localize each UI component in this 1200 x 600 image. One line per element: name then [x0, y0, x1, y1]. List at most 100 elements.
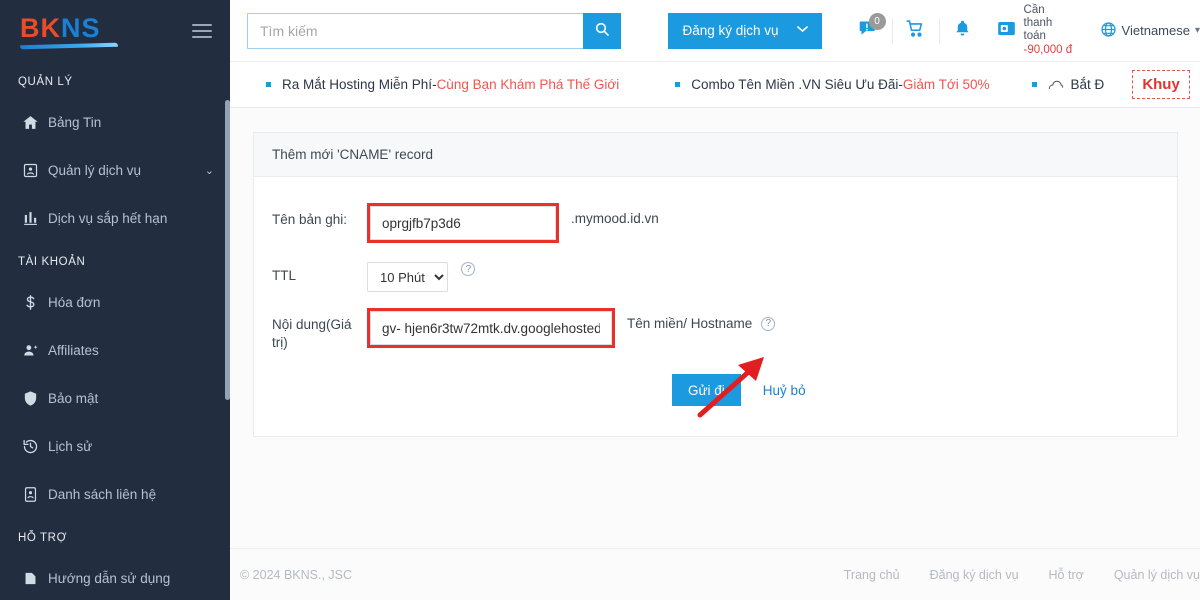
card-body: Tên bản ghi: .mymood.id.vn TTL 10 Phút — [254, 177, 1177, 436]
footer-copyright: © 2024 BKNS., JSC — [240, 567, 353, 582]
bullet-icon — [1031, 82, 1037, 87]
cart-button[interactable] — [893, 11, 939, 51]
search-wrap — [247, 12, 622, 49]
payment-label: Cần thanh toán — [1023, 4, 1053, 42]
sidebar-item-dich-vu-sap-het-han[interactable]: Dịch vụ sắp hết hạn — [0, 194, 230, 242]
sidebar-label-affiliates: Affiliates — [48, 342, 99, 358]
sidebar-brand-row: BKNS — [0, 0, 230, 62]
ttl-select-wrap: 10 Phút ? — [367, 259, 476, 292]
message-badge: 0 — [868, 12, 886, 30]
language-selector[interactable]: Vietnamese ▾ — [1100, 21, 1200, 41]
cname-record-card: Thêm mới 'CNAME' record Tên bản ghi: .my… — [253, 132, 1178, 437]
sidebar-section-title-support: HỖ TRỢ — [18, 532, 68, 544]
globe-icon — [1100, 21, 1117, 41]
record-name-suffix: .mymood.id.vn — [571, 211, 659, 226]
notification-button[interactable] — [940, 11, 986, 51]
promo-item-1[interactable]: Ra Mắt Hosting Miễn Phí - Cùng Bạn Khám … — [266, 77, 619, 92]
sidebar-item-hoa-don[interactable]: Hóa đơn — [0, 278, 230, 326]
logo-part-2: NS — [61, 12, 101, 43]
row-ttl: TTL 10 Phút ? — [272, 259, 1159, 292]
sidebar-item-quan-ly-dich-vu[interactable]: Quản lý dịch vụ ⌄ — [0, 146, 230, 194]
sidebar-label-lich-su: Lịch sử — [48, 438, 93, 454]
cancel-button[interactable]: Huỷ bỏ — [763, 383, 806, 398]
sidebar-label-huong-dan-su-dung: Hướng dẫn sử dụng — [48, 570, 171, 586]
content-note-wrap: Tên miền/ Hostname ? — [627, 308, 776, 331]
history-icon — [22, 438, 48, 455]
promo-item-2[interactable]: Combo Tên Miền .VN Siêu Ưu Đãi - Giảm Tớ… — [675, 77, 990, 92]
topbar: Đăng ký dịch vụ 0 — [230, 0, 1200, 62]
sidebar-label-quan-ly-dich-vu: Quản lý dịch vụ — [48, 162, 142, 178]
sidebar-label-bang-tin: Bảng Tin — [48, 114, 102, 130]
document-icon — [22, 570, 48, 587]
payment-label-wrap: Cần thanh toán -90,000 đ — [1024, 4, 1076, 57]
logo-part-1: BK — [20, 12, 61, 43]
register-service-label: Đăng ký dịch vụ — [682, 23, 779, 38]
wallet-icon — [996, 18, 1017, 44]
message-button[interactable]: 0 — [846, 11, 892, 51]
footer-link-ho-tro[interactable]: Hỗ trợ — [1049, 568, 1084, 582]
content-help-icon[interactable]: ? — [761, 316, 776, 331]
promo-highlight-2: Giảm Tới 50% — [902, 77, 990, 92]
sidebar-label-bao-mat: Bảo mật — [48, 390, 99, 406]
language-label: Vietnamese — [1121, 23, 1190, 38]
home-icon — [22, 114, 48, 131]
id-card-icon — [22, 162, 48, 179]
sidebar-label-dich-vu-sap-het-han: Dịch vụ sắp hết hạn — [48, 210, 168, 226]
card-title: Thêm mới 'CNAME' record — [254, 133, 1177, 177]
contact-list-icon — [22, 486, 48, 503]
sidebar: BKNS QUẢN LÝ Bảng Tin Quản lý dịch vụ ⌄ … — [0, 0, 230, 600]
sidebar-section-title-account: TÀI KHOẢN — [18, 256, 86, 268]
footer-link-quan-ly-dich-vu[interactable]: Quản lý dịch vụ — [1114, 568, 1200, 582]
form-actions: Gửi đi Huỷ bỏ — [272, 374, 1159, 406]
promo-highlight-1: Cùng Bạn Khám Phá Thế Giới — [436, 77, 620, 92]
chevron-down-icon[interactable]: ⌄ — [205, 164, 214, 177]
bell-icon — [953, 19, 972, 43]
promo-text-1: Ra Mắt Hosting Miễn Phí — [282, 77, 433, 92]
sidebar-item-danh-sach-lien-he[interactable]: Danh sách liên hệ — [0, 470, 230, 518]
cloud-icon — [1048, 79, 1064, 91]
chevron-down-icon — [796, 25, 808, 36]
sidebar-item-bao-mat[interactable]: Bảo mật — [0, 374, 230, 422]
bkns-logo[interactable]: BKNS — [20, 12, 118, 49]
payment-block[interactable]: Cần thanh toán -90,000 đ — [996, 4, 1076, 57]
promo-text-3: Bắt Đ — [1070, 77, 1105, 92]
promo-chip[interactable]: Khuy — [1132, 70, 1190, 99]
chevron-down-icon: ▾ — [1194, 25, 1200, 36]
sidebar-item-huong-dan-su-dung[interactable]: Hướng dẫn sử dụng — [0, 554, 230, 600]
content-highlight — [367, 308, 615, 348]
logo-swoosh — [20, 42, 118, 49]
row-record-name: Tên bản ghi: .mymood.id.vn — [272, 203, 1159, 243]
footer-link-trang-chu[interactable]: Trang chủ — [844, 568, 900, 582]
search-icon — [594, 21, 610, 40]
content-input[interactable] — [370, 311, 612, 345]
sidebar-item-affiliates[interactable]: Affiliates — [0, 326, 230, 374]
record-name-highlight — [367, 203, 559, 243]
topbar-icon-group: 0 — [846, 11, 986, 51]
promo-bar: Ra Mắt Hosting Miễn Phí - Cùng Bạn Khám … — [230, 62, 1200, 108]
sidebar-item-lich-su[interactable]: Lịch sử — [0, 422, 230, 470]
sidebar-label-danh-sach-lien-he: Danh sách liên hệ — [48, 486, 157, 502]
record-name-input[interactable] — [370, 206, 556, 240]
bullet-icon — [266, 82, 271, 87]
content-note: Tên miền/ Hostname — [627, 316, 753, 331]
shield-icon — [22, 390, 48, 407]
register-service-button[interactable]: Đăng ký dịch vụ — [668, 12, 822, 49]
sidebar-item-bang-tin[interactable]: Bảng Tin — [0, 98, 230, 146]
cart-icon — [905, 18, 926, 44]
footer-link-dang-ky-dich-vu[interactable]: Đăng ký dịch vụ — [930, 568, 1019, 582]
hamburger-icon[interactable] — [192, 24, 212, 38]
bar-chart-icon — [22, 210, 48, 227]
ttl-help-icon[interactable]: ? — [461, 262, 476, 276]
search-input[interactable] — [247, 12, 584, 49]
label-record-name: Tên bản ghi: — [272, 212, 348, 227]
footer-links: Trang chủ Đăng ký dịch vụ Hỗ trợ Quản lý… — [844, 568, 1200, 582]
payment-amount: -90,000 đ — [1023, 44, 1073, 56]
bullet-icon — [675, 82, 681, 87]
ttl-select[interactable]: 10 Phút — [367, 262, 448, 292]
main-area: Đăng ký dịch vụ 0 — [230, 0, 1200, 600]
content-area: Thêm mới 'CNAME' record Tên bản ghi: .my… — [230, 108, 1200, 538]
submit-button[interactable]: Gửi đi — [672, 374, 741, 406]
search-button[interactable] — [583, 12, 622, 49]
promo-item-3[interactable]: Bắt Đ — [1031, 77, 1105, 92]
footer: © 2024 BKNS., JSC Trang chủ Đăng ký dịch… — [230, 548, 1200, 600]
